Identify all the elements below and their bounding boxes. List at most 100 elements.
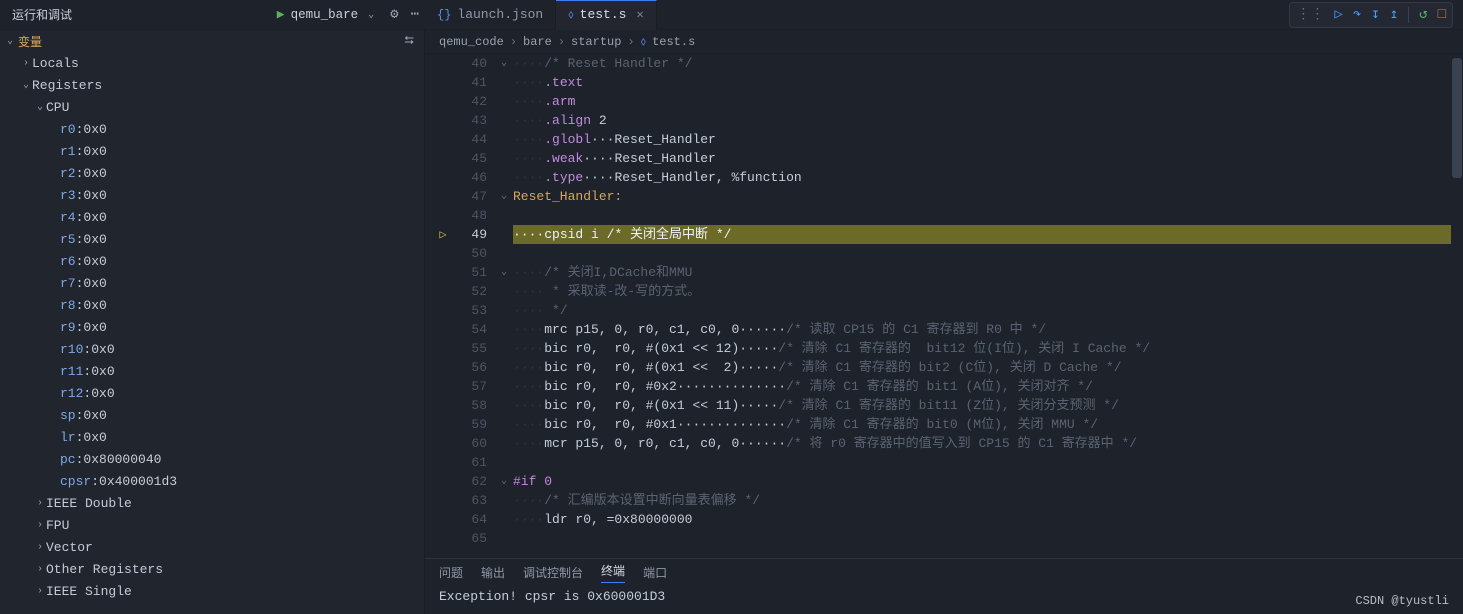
code-line[interactable] (513, 244, 1451, 263)
register-row[interactable]: r1: 0x0 (6, 140, 424, 162)
code-line[interactable]: ····bic r0, r0, #(0x1 << 11)·····/* 清除 C… (513, 396, 1451, 415)
line-number[interactable]: 57 (461, 377, 487, 396)
fold-gutter[interactable] (495, 415, 513, 434)
line-number[interactable]: 47 (461, 187, 487, 206)
code-line[interactable]: ····/* Reset Handler */ (513, 54, 1451, 73)
register-row[interactable]: r11: 0x0 (6, 360, 424, 382)
variables-group[interactable]: ›FPU (6, 514, 424, 536)
stop-button[interactable]: □ (1438, 7, 1446, 23)
code-line[interactable]: ····.weak····Reset_Handler (513, 149, 1451, 168)
code-line[interactable]: ····.align 2 (513, 111, 1451, 130)
chevron-down-icon[interactable]: ⌄ (368, 9, 374, 21)
editor-tab[interactable]: {}launch.json (425, 0, 556, 30)
line-number[interactable]: 53 (461, 301, 487, 320)
register-row[interactable]: r4: 0x0 (6, 206, 424, 228)
close-icon[interactable]: ✕ (632, 7, 643, 22)
variables-section[interactable]: ⌄Registers (6, 74, 424, 96)
fold-gutter[interactable]: ⌄ (495, 54, 513, 73)
breadcrumb[interactable]: qemu_code › bare › startup › ⬨ test.s (425, 30, 1463, 54)
code-line[interactable]: ····.globl···Reset_Handler (513, 130, 1451, 149)
gear-icon[interactable]: ⚙ (384, 6, 404, 23)
code-line[interactable]: ····/* 关闭I,DCache和MMU (513, 263, 1451, 282)
gutter-cell[interactable] (425, 206, 461, 225)
panel-tab[interactable]: 问题 (439, 564, 463, 581)
line-number[interactable]: 42 (461, 92, 487, 111)
gutter-cell[interactable] (425, 339, 461, 358)
continue-button[interactable]: ▷ (1334, 6, 1342, 23)
line-number[interactable]: 64 (461, 510, 487, 529)
gutter-cell[interactable] (425, 434, 461, 453)
fold-gutter[interactable] (495, 377, 513, 396)
line-number[interactable]: 52 (461, 282, 487, 301)
line-number[interactable]: 56 (461, 358, 487, 377)
panel-tab[interactable]: 终端 (601, 562, 625, 583)
chevron-down-icon[interactable]: ⌄ (4, 35, 16, 47)
gutter-cell[interactable] (425, 92, 461, 111)
vertical-scrollbar[interactable] (1451, 54, 1463, 558)
register-row[interactable]: r0: 0x0 (6, 118, 424, 140)
twisty-icon[interactable]: › (34, 542, 46, 553)
fold-gutter[interactable] (495, 244, 513, 263)
code-line[interactable]: ····bic r0, r0, #(0x1 << 2)·····/* 清除 C1… (513, 358, 1451, 377)
register-row[interactable]: r12: 0x0 (6, 382, 424, 404)
register-row[interactable]: r6: 0x0 (6, 250, 424, 272)
register-row[interactable]: sp: 0x0 (6, 404, 424, 426)
gutter-cell[interactable] (425, 453, 461, 472)
gutter-cell[interactable] (425, 529, 461, 548)
fold-gutter[interactable] (495, 92, 513, 111)
line-number[interactable]: 54 (461, 320, 487, 339)
gutter-cell[interactable] (425, 187, 461, 206)
gutter-cell[interactable] (425, 263, 461, 282)
fold-gutter[interactable] (495, 491, 513, 510)
terminal-output[interactable]: Exception! cpsr is 0x600001D3 (425, 585, 1463, 614)
code-line[interactable]: ···· */ (513, 301, 1451, 320)
variables-group[interactable]: ›IEEE Single (6, 580, 424, 602)
line-number[interactable]: 44 (461, 130, 487, 149)
code-line[interactable]: ···· * 采取读-改-写的方式。 (513, 282, 1451, 301)
line-number[interactable]: 45 (461, 149, 487, 168)
gutter-cell[interactable] (425, 130, 461, 149)
code-line[interactable] (513, 453, 1451, 472)
register-row[interactable]: cpsr: 0x400001d3 (6, 470, 424, 492)
twisty-icon[interactable]: › (34, 498, 46, 509)
fold-gutter[interactable] (495, 529, 513, 548)
fold-gutter[interactable] (495, 453, 513, 472)
gutter-cell[interactable] (425, 320, 461, 339)
gutter-cell[interactable] (425, 244, 461, 263)
step-out-button[interactable]: ↥ (1390, 6, 1398, 23)
register-row[interactable]: r9: 0x0 (6, 316, 424, 338)
twisty-icon[interactable]: › (20, 58, 32, 69)
code-line[interactable]: ····cpsid i /* 关闭全局中断 */ (513, 225, 1451, 244)
play-icon[interactable]: ▶ (277, 7, 285, 22)
scrollbar-thumb[interactable] (1452, 58, 1462, 178)
code-line[interactable]: ····bic r0, r0, #0x1··············/* 清除 … (513, 415, 1451, 434)
code-line[interactable] (513, 206, 1451, 225)
variables-group[interactable]: ›IEEE Double (6, 492, 424, 514)
fold-gutter[interactable] (495, 434, 513, 453)
gutter-cell[interactable] (425, 491, 461, 510)
line-number[interactable]: 49 (461, 225, 487, 244)
fold-gutter[interactable] (495, 282, 513, 301)
fold-gutter[interactable] (495, 130, 513, 149)
gutter-cell[interactable] (425, 301, 461, 320)
variables-group[interactable]: ›Vector (6, 536, 424, 558)
fold-gutter[interactable] (495, 73, 513, 92)
more-icon[interactable]: ⋯ (405, 6, 425, 23)
register-row[interactable]: r5: 0x0 (6, 228, 424, 250)
current-line-glyph-icon[interactable] (425, 225, 461, 244)
code-line[interactable]: ····ldr r0, =0x80000000 (513, 510, 1451, 529)
line-number[interactable]: 46 (461, 168, 487, 187)
gutter-cell[interactable] (425, 358, 461, 377)
code-line[interactable]: Reset_Handler: (513, 187, 1451, 206)
code-line[interactable]: ····mrc p15, 0, r0, c1, c0, 0······/* 读取… (513, 320, 1451, 339)
line-number[interactable]: 51 (461, 263, 487, 282)
register-row[interactable]: r8: 0x0 (6, 294, 424, 316)
fold-gutter[interactable] (495, 111, 513, 130)
drag-handle-icon[interactable]: ⋮⋮ (1296, 6, 1324, 23)
fold-gutter[interactable]: ⌄ (495, 187, 513, 206)
twisty-icon[interactable]: ⌄ (20, 79, 32, 91)
gutter-cell[interactable] (425, 472, 461, 491)
gutter-cell[interactable] (425, 396, 461, 415)
editor-tab[interactable]: ⬨test.s✕ (556, 0, 656, 30)
collapse-all-icon[interactable]: ⮀ (404, 34, 414, 48)
